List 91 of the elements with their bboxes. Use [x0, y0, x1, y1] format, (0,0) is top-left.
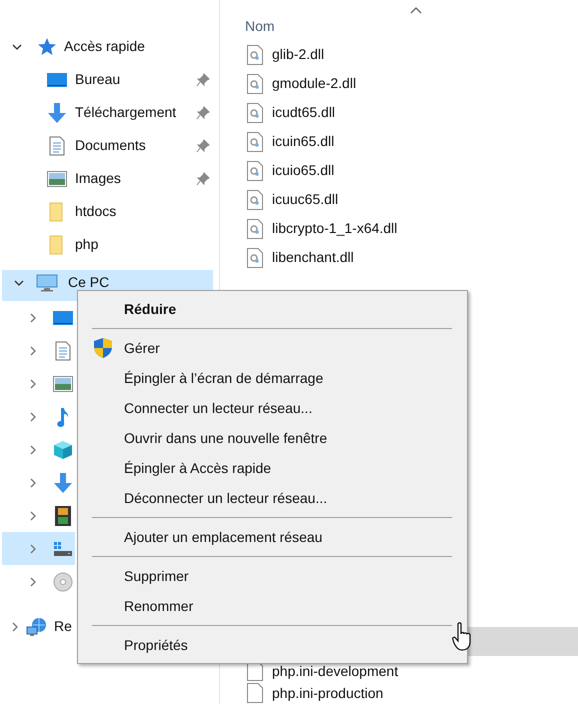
- menu-item-label[interactable]: Ouvrir dans une nouvelle fenêtre: [124, 428, 328, 448]
- pin-icon[interactable]: [196, 72, 210, 86]
- settings-file-icon: [247, 44, 263, 64]
- tree-item-label[interactable]: Images: [75, 168, 193, 189]
- file-name[interactable]: icuio65.dll: [272, 160, 334, 181]
- file-name[interactable]: gmodule-2.dll: [272, 73, 356, 94]
- tree-item-label[interactable]: Documents: [75, 135, 193, 156]
- chevron-right-icon[interactable]: [28, 412, 38, 422]
- menu-item[interactable]: Ajouter un emplacement réseau: [78, 522, 467, 552]
- menu-item[interactable]: Supprimer: [78, 561, 467, 591]
- menu-item-label[interactable]: Ajouter un emplacement réseau: [124, 526, 322, 548]
- file-name[interactable]: libcrypto-1_1-x64.dll: [272, 218, 398, 239]
- chevron-right-icon[interactable]: [28, 544, 38, 554]
- chevron-right-icon[interactable]: [10, 622, 20, 632]
- column-header[interactable]: Nom: [245, 16, 275, 37]
- tree-item-label[interactable]: php: [75, 234, 213, 255]
- chevron-right-icon[interactable]: [28, 510, 38, 520]
- file-name[interactable]: icudt65.dll: [272, 102, 336, 123]
- tree-item-label[interactable]: Bureau: [75, 69, 193, 90]
- tree-item-label[interactable]: htdocs: [75, 201, 213, 222]
- pin-icon[interactable]: [196, 172, 210, 186]
- chevron-right-icon[interactable]: [28, 576, 38, 586]
- menu-item[interactable]: Déconnecter un lecteur réseau...: [78, 483, 467, 513]
- tree-item[interactable]: Téléchargement: [0, 96, 219, 129]
- menu-item-label[interactable]: Réduire: [124, 298, 176, 320]
- computer-icon: [36, 274, 58, 292]
- chevron-right-icon[interactable]: [28, 378, 38, 388]
- tree-item[interactable]: htdocs: [0, 195, 219, 228]
- sort-caret-icon: [410, 7, 422, 14]
- tree-item[interactable]: [2, 532, 75, 565]
- menu-item[interactable]: Épingler à l’écran de démarrage: [78, 363, 467, 393]
- cube-icon: [53, 440, 73, 460]
- network-globe-icon: [26, 616, 48, 636]
- tree-item-label[interactable]: Ce PC: [68, 274, 110, 290]
- menu-item-label[interactable]: Propriétés: [124, 634, 188, 656]
- network-drive-icon: [53, 540, 73, 556]
- shield-icon: [93, 337, 113, 359]
- tree-item-label[interactable]: Re: [54, 616, 72, 637]
- music-note-icon: [56, 406, 70, 426]
- menu-item[interactable]: Ouvrir dans une nouvelle fenêtre: [78, 423, 467, 453]
- disc-icon: [53, 572, 73, 592]
- menu-item-label[interactable]: Connecter un lecteur réseau...: [124, 398, 312, 418]
- chevron-down-icon[interactable]: [14, 278, 24, 288]
- chevron-right-icon[interactable]: [28, 312, 38, 322]
- star-icon: [36, 38, 56, 56]
- menu-item-label[interactable]: Épingler à Accès rapide: [124, 458, 272, 478]
- menu-item[interactable]: Renommer: [78, 591, 467, 621]
- file-name[interactable]: php.ini-production: [272, 682, 384, 704]
- monitor-icon: [53, 310, 73, 326]
- folder-icon: [49, 202, 65, 222]
- landscape-picture-icon: [47, 170, 67, 186]
- chevron-right-icon[interactable]: [28, 478, 38, 488]
- settings-file-icon: [247, 190, 263, 210]
- tree-item[interactable]: Images: [0, 162, 219, 195]
- document-icon: [55, 340, 71, 360]
- film-strip-icon: [55, 506, 71, 526]
- tree-item[interactable]: Bureau: [0, 63, 219, 96]
- landscape-picture-icon: [53, 376, 73, 392]
- menu-item[interactable]: Épingler à Accès rapide: [78, 453, 467, 483]
- down-arrow-icon: [48, 102, 66, 122]
- folder-icon: [49, 234, 65, 254]
- menu-item-label[interactable]: Renommer: [124, 596, 194, 616]
- tree-item[interactable]: Documents: [0, 129, 219, 162]
- menu-item-label[interactable]: Déconnecter un lecteur réseau...: [124, 488, 328, 508]
- settings-file-icon: [247, 248, 263, 268]
- settings-file-icon: [247, 160, 263, 180]
- chevron-right-icon[interactable]: [28, 444, 38, 454]
- chevron-right-icon[interactable]: [28, 346, 38, 356]
- pin-icon[interactable]: [196, 138, 210, 152]
- chevron-down-icon[interactable]: [12, 42, 22, 52]
- file-name[interactable]: glib-2.dll: [272, 44, 324, 65]
- down-arrow-icon: [54, 472, 72, 492]
- menu-item[interactable]: Gérer: [78, 333, 467, 363]
- menu-item[interactable]: Connecter un lecteur réseau...: [78, 393, 467, 423]
- menu-item-label[interactable]: Supprimer: [124, 566, 189, 586]
- settings-file-icon: [247, 102, 263, 122]
- file-name[interactable]: libenchant.dll: [272, 247, 354, 268]
- settings-file-icon: [247, 132, 263, 152]
- settings-file-icon: [247, 74, 263, 94]
- file-name[interactable]: php.ini-development: [272, 660, 398, 682]
- menu-item-label[interactable]: Épingler à l’écran de démarrage: [124, 368, 324, 388]
- document-icon: [49, 136, 65, 156]
- menu-item-label[interactable]: Gérer: [124, 338, 160, 358]
- file-name[interactable]: icuin65.dll: [272, 131, 334, 152]
- tree-item-label[interactable]: Accès rapide: [64, 36, 145, 57]
- settings-file-icon: [247, 218, 263, 238]
- tree-item-label[interactable]: Téléchargement: [75, 102, 193, 123]
- file-name[interactable]: icuuc65.dll: [272, 189, 338, 210]
- tree-item[interactable]: php: [0, 228, 219, 261]
- pin-icon[interactable]: [196, 106, 210, 120]
- monitor-icon: [47, 72, 67, 88]
